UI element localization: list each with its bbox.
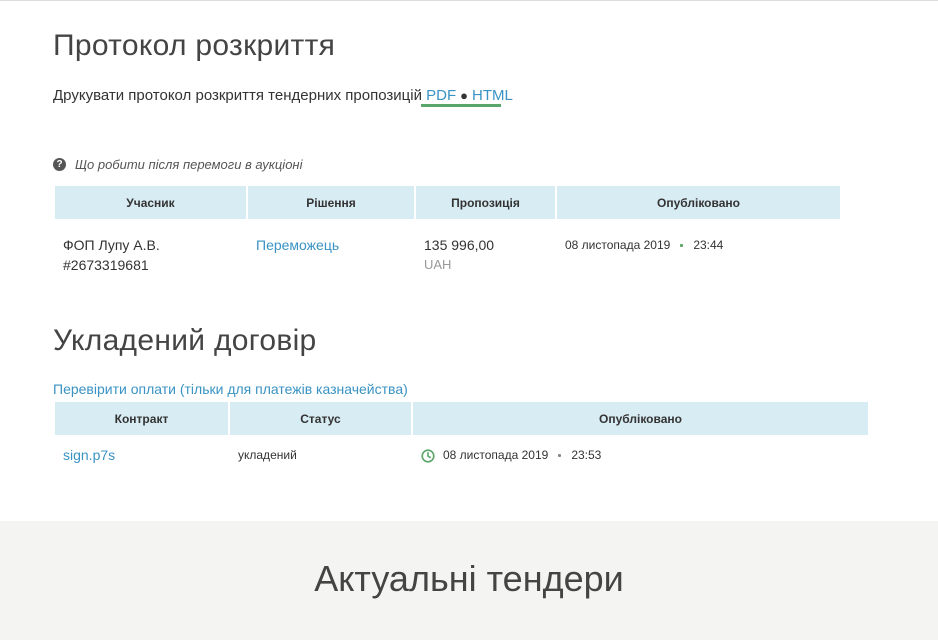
column-header-decision: Рішення	[248, 186, 414, 219]
participant-id: #2673319681	[63, 257, 149, 273]
column-header-status: Статус	[230, 402, 411, 435]
protocol-title: Протокол розкриття	[53, 29, 336, 62]
offer-cell: 135 996,00 UAH	[416, 219, 555, 275]
contract-published-cell: 08 листопада 2019 23:53	[413, 435, 868, 465]
column-header-participant: Учасник	[55, 186, 246, 219]
contract-file-cell: sign.p7s	[55, 435, 228, 465]
print-protocol-text: Друкувати протокол розкриття тендерних п…	[53, 87, 422, 104]
column-header-contract: Контракт	[55, 402, 228, 435]
date-time-separator	[680, 244, 684, 248]
decision-cell: Переможець	[248, 219, 414, 275]
contract-published-date: 08 листопада 2019	[443, 448, 549, 462]
link-separator: ●	[460, 88, 468, 103]
published-date: 08 листопада 2019	[565, 238, 671, 252]
contract-table: Контракт Статус Опубліковано sign.p7s ук…	[53, 402, 870, 465]
contract-status: укладений	[238, 448, 297, 462]
participant-name: ФОП Лупу А.В.	[63, 237, 160, 253]
offer-currency: UAH	[424, 257, 452, 272]
pdf-link[interactable]: PDF	[426, 87, 456, 104]
published-time: 23:44	[693, 238, 724, 252]
column-header-published: Опубліковано	[557, 186, 840, 219]
title-underline	[421, 104, 501, 107]
contract-title: Укладений договір	[53, 324, 317, 357]
column-header-offer: Пропозиція	[416, 186, 555, 219]
decision-winner-link[interactable]: Переможець	[256, 237, 339, 253]
contract-table-header: Контракт Статус Опубліковано	[55, 402, 868, 435]
bids-table: Учасник Рішення Пропозиція Опубліковано …	[53, 186, 842, 275]
print-protocol-line: Друкувати протокол розкриття тендерних п…	[53, 88, 513, 103]
column-header-contract-published: Опубліковано	[413, 402, 868, 435]
offer-amount: 135 996,00	[424, 237, 495, 253]
table-row: ФОП Лупу А.В. #2673319681 Переможець 135…	[55, 219, 840, 275]
date-time-separator	[558, 454, 562, 458]
current-tenders-title: Актуальні тендери	[314, 558, 624, 599]
question-icon: ?	[53, 158, 66, 171]
current-tenders-section: Актуальні тендери	[0, 521, 938, 640]
clock-icon	[421, 449, 435, 463]
contract-status-cell: укладений	[230, 435, 411, 465]
auction-help-link[interactable]: ? Що робити після перемоги в аукціоні	[53, 158, 302, 171]
contract-file-link[interactable]: sign.p7s	[63, 447, 115, 463]
html-link[interactable]: HTML	[472, 87, 513, 104]
auction-help-text: Що робити після перемоги в аукціоні	[75, 157, 303, 172]
contract-published-time: 23:53	[571, 448, 602, 462]
table-row: sign.p7s укладений 08 листопада 2019 23:5…	[55, 435, 868, 465]
check-payments-link[interactable]: Перевірити оплати (тільки для платежів к…	[53, 382, 408, 396]
top-divider	[0, 0, 938, 1]
published-cell: 08 листопада 2019 23:44	[557, 219, 840, 275]
bids-table-header: Учасник Рішення Пропозиція Опубліковано	[55, 186, 840, 219]
participant-cell: ФОП Лупу А.В. #2673319681	[55, 219, 246, 275]
